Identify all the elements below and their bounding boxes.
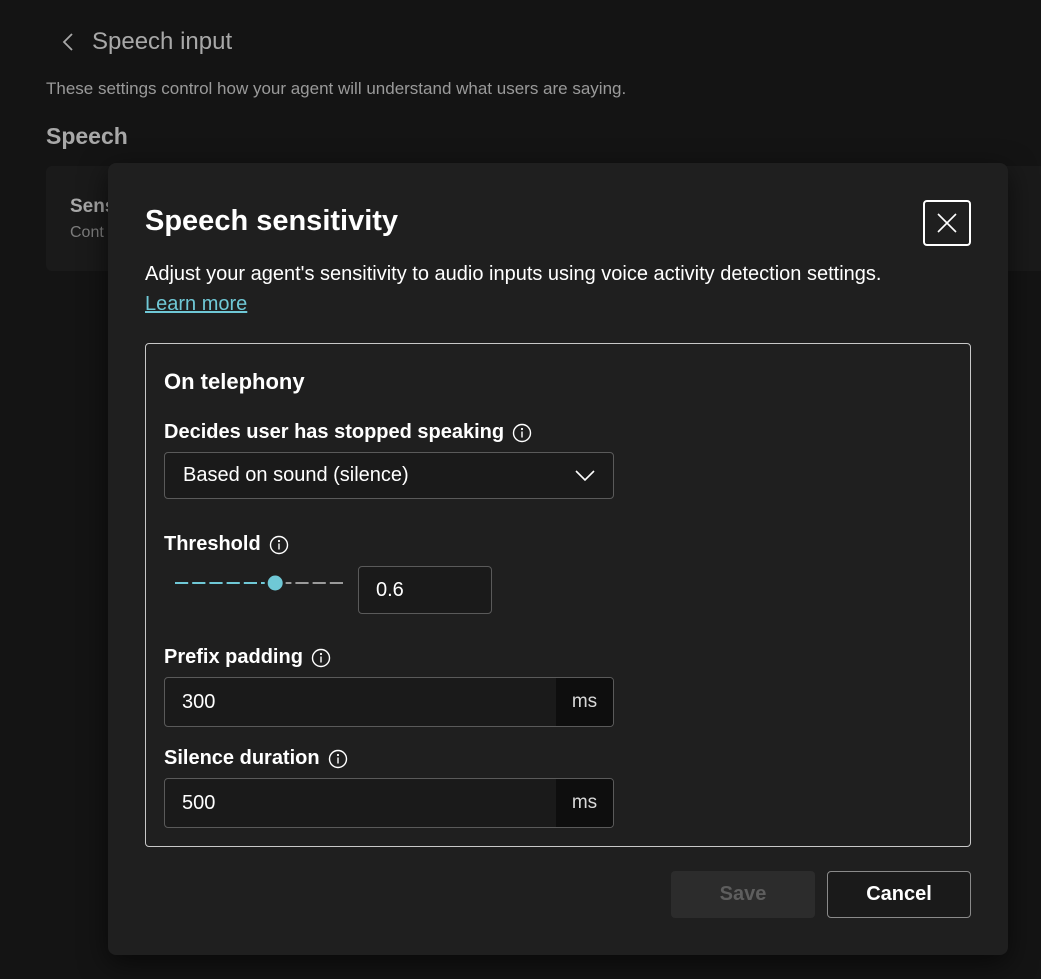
close-icon [936,212,958,234]
silence-duration-label-text: Silence duration [164,747,320,769]
dialog-title: Speech sensitivity [145,205,399,237]
page-header: Speech input [58,28,232,56]
threshold-label-text: Threshold [164,533,261,555]
info-icon[interactable] [512,423,532,443]
telephony-group: On telephony Decides user has stopped sp… [145,343,971,847]
prefix-padding-label: Prefix padding [164,646,331,669]
cancel-button[interactable]: Cancel [827,871,971,918]
threshold-label: Threshold [164,533,289,556]
prefix-padding-input[interactable] [165,678,556,726]
save-button[interactable]: Save [671,871,815,918]
page-title: Speech input [92,28,233,55]
threshold-input[interactable] [358,566,492,614]
info-icon[interactable] [328,749,348,769]
dropdown-value: Based on sound (silence) [183,464,409,486]
prefix-padding-field: ms [164,677,614,727]
silence-duration-field: ms [164,778,614,828]
silence-duration-input[interactable] [165,779,556,827]
stop-speaking-label-text: Decides user has stopped speaking [164,421,505,443]
speech-sensitivity-dialog: Speech sensitivity Adjust your agent's s… [108,163,1008,955]
card-subtitle: Cont [70,224,104,241]
page-description: These settings control how your agent wi… [46,79,627,98]
learn-more-link[interactable]: Learn more [145,293,247,316]
threshold-slider[interactable] [174,572,346,594]
unit-label: ms [556,678,613,726]
info-icon[interactable] [311,648,331,668]
group-title: On telephony [164,369,305,394]
stop-speaking-label: Decides user has stopped speaking [164,421,532,444]
slider-thumb[interactable] [264,572,286,594]
section-title: Speech [46,123,128,149]
dialog-description: Adjust your agent's sensitivity to audio… [145,263,882,285]
silence-duration-label: Silence duration [164,747,348,770]
chevron-down-icon [575,469,595,482]
stop-speaking-dropdown[interactable]: Based on sound (silence) [164,452,614,499]
back-chevron-icon[interactable] [58,28,78,56]
unit-label: ms [556,779,613,827]
info-icon[interactable] [269,535,289,555]
close-button[interactable] [923,200,971,246]
page: Speech input These settings control how … [0,0,1041,979]
prefix-padding-label-text: Prefix padding [164,646,303,668]
